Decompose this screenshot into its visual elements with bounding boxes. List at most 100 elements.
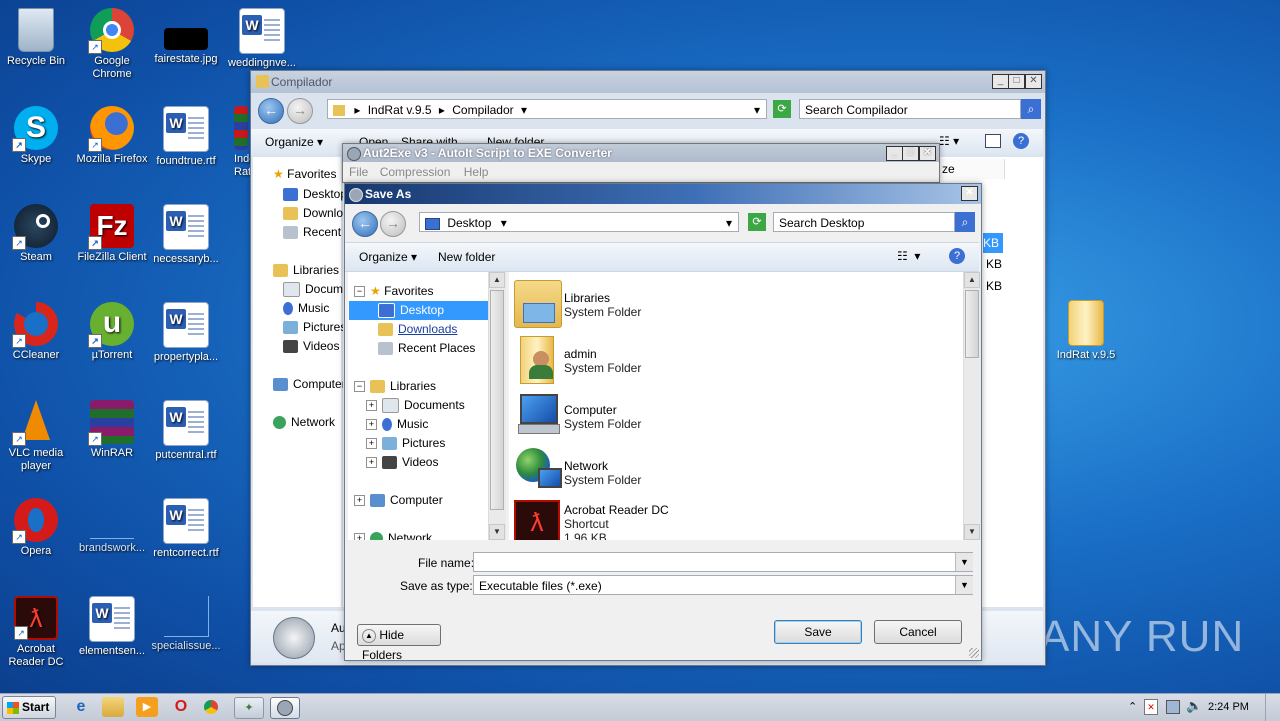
file-item-network[interactable]: Network System Folder	[509, 448, 809, 500]
tree-music[interactable]: + Music	[366, 415, 428, 434]
breadcrumb-compilador[interactable]: Compilador	[452, 103, 513, 117]
back-button[interactable]: ←	[258, 98, 284, 124]
search-input[interactable]: Search Compilador	[799, 99, 1021, 119]
menu-compression[interactable]: Compression	[380, 165, 451, 179]
desktop-icon-specialissue[interactable]: specialissue...	[148, 596, 224, 653]
size-cell-selected[interactable]: KB	[983, 233, 1003, 253]
scroll-thumb[interactable]	[965, 290, 979, 358]
forward-button[interactable]: →	[380, 211, 406, 237]
search-icon[interactable]: ⌕	[1021, 99, 1041, 119]
save-as-type-dropdown[interactable]: ▼	[955, 576, 973, 594]
desktop-icon-acrobat[interactable]: ƛ ↗ Acrobat Reader DC	[0, 596, 74, 669]
tray-overflow-icon[interactable]: ⌃	[1128, 700, 1137, 713]
column-header-size[interactable]: ze	[939, 159, 1005, 179]
desktop-icon-fairestate[interactable]: fairestate.jpg	[148, 8, 224, 66]
scroll-thumb[interactable]	[490, 290, 504, 510]
desktop-icon-winrar[interactable]: ↗ WinRAR	[74, 400, 150, 460]
tree-favorites[interactable]: − ★ Favorites	[354, 282, 433, 301]
minimize-button[interactable]: _	[992, 74, 1009, 89]
maximize-button[interactable]: □	[902, 146, 919, 161]
tree-recent-places[interactable]: Recent Places	[378, 339, 475, 358]
desktop-icon-weddingnve[interactable]: weddingnve...	[224, 8, 300, 70]
size-cell[interactable]: KB	[986, 279, 1002, 293]
hide-folders-button[interactable]: ▲ Hide Folders	[357, 624, 441, 662]
app-taskbar-icon[interactable]: ✦	[234, 697, 264, 719]
view-options-icon[interactable]: ☷ ▾	[939, 134, 959, 148]
chevron-down-icon[interactable]: ▾	[754, 100, 760, 120]
aut2exe-titlebar[interactable]: Aut2Exe v3 - AutoIt Script to EXE Conver…	[343, 144, 939, 162]
desktop-icon-steam[interactable]: ↗ Steam	[0, 204, 74, 264]
nav-downloads[interactable]: Downlo	[283, 204, 343, 223]
desktop-icon-putcentral[interactable]: putcentral.rtf	[148, 400, 224, 462]
save-as-type-select[interactable]: Executable files (*.exe)	[473, 575, 973, 595]
nav-favorites[interactable]: ★ Favorites	[273, 165, 336, 184]
refresh-button[interactable]: ⟳	[748, 213, 766, 231]
media-player-icon[interactable]: ▶	[136, 697, 158, 717]
desktop-icon-propertypla[interactable]: propertypla...	[148, 302, 224, 364]
desktop-icon-utorrent[interactable]: u ↗ µTorrent	[74, 302, 150, 362]
nav-libraries[interactable]: Libraries	[273, 261, 339, 280]
size-cell[interactable]: KB	[986, 257, 1002, 271]
file-name-input[interactable]	[473, 552, 973, 572]
nav-network[interactable]: Network	[273, 413, 335, 432]
ie-icon[interactable]: e	[70, 697, 92, 717]
tree-desktop[interactable]: Desktop	[378, 301, 444, 320]
scroll-down-arrow[interactable]: ▼	[964, 524, 980, 540]
tree-libraries[interactable]: − Libraries	[354, 377, 436, 396]
nav-computer[interactable]: Computer	[273, 375, 346, 394]
organize-button[interactable]: Organize ▾	[265, 135, 323, 149]
help-icon[interactable]: ?	[949, 248, 965, 264]
explorer-titlebar[interactable]: Compilador _ □ ✕	[251, 71, 1045, 93]
forward-button[interactable]: →	[287, 98, 313, 124]
organize-button[interactable]: Organize ▾	[359, 250, 417, 264]
close-button[interactable]: ✕	[961, 186, 978, 201]
close-button[interactable]: ✕	[1025, 74, 1042, 89]
nav-music[interactable]: Music	[283, 299, 329, 318]
clock[interactable]: 2:24 PM	[1208, 701, 1249, 713]
location-label[interactable]: Desktop	[447, 216, 491, 230]
desktop-icon-brandswork[interactable]: brandswork...	[74, 498, 150, 555]
file-item-libraries[interactable]: Libraries System Folder	[509, 280, 809, 332]
desktop-icon-vlc[interactable]: ↗ VLC media player	[0, 400, 74, 473]
network-tray-icon[interactable]	[1166, 700, 1180, 714]
chrome-taskbar-icon[interactable]	[204, 700, 218, 714]
tree-network[interactable]: + Network	[354, 529, 432, 540]
tree-documents[interactable]: + Documents	[366, 396, 465, 415]
desktop-icon-elementsen[interactable]: elementsen...	[74, 596, 150, 658]
tree-videos[interactable]: + Videos	[366, 453, 438, 472]
nav-tree-scrollbar[interactable]: ▲ ▼	[488, 272, 506, 540]
chevron-down-icon[interactable]: ▾	[726, 213, 732, 233]
file-item-computer[interactable]: Computer System Folder	[509, 392, 809, 444]
address-bar[interactable]: ▸ IndRat v.9.5 ▸ Compilador ▾ ▾	[327, 99, 767, 119]
desktop-icon-firefox[interactable]: ↗ Mozilla Firefox	[74, 106, 150, 166]
autoit-taskbar-icon[interactable]	[270, 697, 300, 719]
aut2exe-window[interactable]: Aut2Exe v3 - AutoIt Script to EXE Conver…	[342, 143, 940, 183]
file-name-dropdown[interactable]: ▼	[955, 553, 973, 571]
desktop-icon-necessaryb[interactable]: necessaryb...	[148, 204, 224, 266]
menu-file[interactable]: File	[349, 165, 368, 179]
close-button[interactable]: ✕	[919, 146, 936, 161]
address-bar[interactable]: Desktop ▾ ▾	[419, 212, 739, 232]
explorer-taskbar-icon[interactable]	[102, 697, 124, 717]
show-desktop-button[interactable]	[1265, 694, 1280, 721]
menu-help[interactable]: Help	[464, 165, 489, 179]
scroll-down-arrow[interactable]: ▼	[489, 524, 505, 540]
scroll-up-arrow[interactable]: ▲	[489, 272, 505, 288]
tree-pictures[interactable]: + Pictures	[366, 434, 445, 453]
view-options-icon[interactable]: ☷ ▾	[897, 249, 920, 263]
cancel-button[interactable]: Cancel	[874, 620, 962, 644]
maximize-button[interactable]: □	[1008, 74, 1025, 89]
file-list-scrollbar[interactable]: ▲ ▼	[963, 272, 981, 540]
desktop-icon-filezilla[interactable]: Fz ↗ FileZilla Client	[74, 204, 150, 264]
file-item-acrobat[interactable]: ƛ Acrobat Reader DC Shortcut 1.96 KB	[509, 500, 809, 540]
breadcrumb-indrat[interactable]: IndRat v.9.5	[368, 103, 432, 117]
nav-desktop[interactable]: Desktop	[283, 185, 347, 204]
scroll-up-arrow[interactable]: ▲	[964, 272, 980, 288]
new-folder-button[interactable]: New folder	[438, 250, 495, 264]
desktop-icon-recycle-bin[interactable]: Recycle Bin	[0, 8, 74, 68]
search-input[interactable]: Search Desktop	[773, 212, 955, 232]
desktop-icon-indrat-folder[interactable]: IndRat v.9.5	[1048, 300, 1124, 362]
nav-videos[interactable]: Videos	[283, 337, 339, 356]
opera-taskbar-icon[interactable]: O	[170, 697, 192, 717]
volume-icon[interactable]: 🔈	[1186, 698, 1202, 714]
